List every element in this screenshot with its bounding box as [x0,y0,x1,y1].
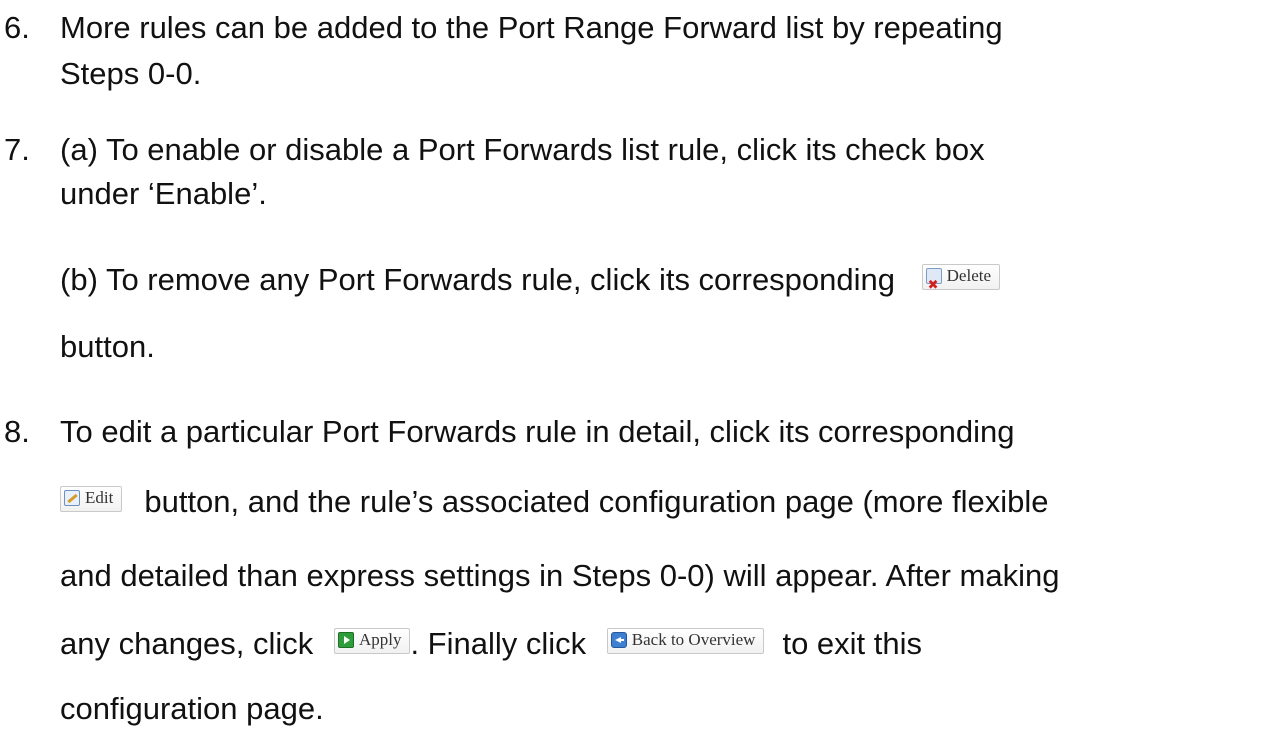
step-text: and detailed than express settings in St… [60,558,1060,593]
delete-x-icon [925,266,942,306]
delete-button[interactable]: Delete [921,263,1001,306]
step-text: button. [60,329,155,364]
edit-button[interactable]: Edit [60,485,123,512]
step-text: any changes, click Apply . Finally click… [60,624,922,664]
step-text-segment: button, and the rule’s associated config… [144,484,1049,519]
step-number: 6. [4,10,30,45]
step-text: Steps 0-0. [60,56,202,91]
step-number: 8. [4,414,30,449]
step-text: configuration page. [60,691,324,726]
step-text-segment: to exit this [782,626,923,661]
apply-button[interactable]: Apply [333,627,411,654]
step-text: Edit button, and the rule’s associated c… [60,482,1049,522]
step-text: More rules can be added to the Port Rang… [60,10,1003,45]
step-text-segment: . Finally click [410,626,587,661]
back-arrow-icon [610,632,627,648]
delete-button-label: Delete [946,266,992,285]
apply-play-icon [337,632,354,648]
step-text: To edit a particular Port Forwards rule … [60,414,1015,449]
step-text: (b) To remove any Port Forwards rule, cl… [60,260,1001,306]
edit-button-label: Edit [85,488,114,507]
step-number: 7. [4,132,30,167]
step-text-segment: (b) To remove any Port Forwards rule, cl… [60,262,896,297]
edit-pencil-icon [64,490,80,506]
apply-button-label: Apply [358,630,402,649]
step-text: under ‘Enable’. [60,176,267,211]
step-text: (a) To enable or disable a Port Forwards… [60,132,985,167]
step-text-segment: any changes, click [60,626,314,661]
back-to-overview-button[interactable]: Back to Overview [606,627,765,654]
back-button-label: Back to Overview [631,630,756,649]
